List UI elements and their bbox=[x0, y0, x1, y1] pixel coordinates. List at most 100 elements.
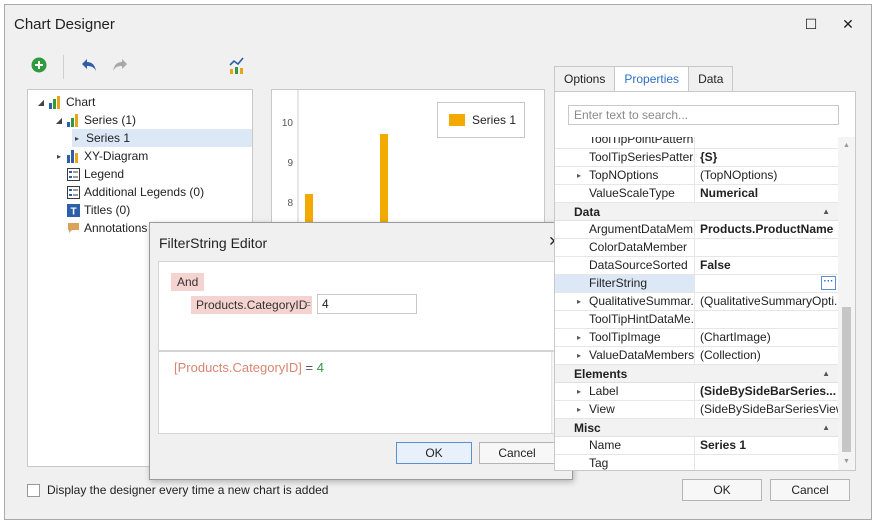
property-value[interactable] bbox=[695, 455, 838, 470]
tree-item-series[interactable]: ◢ Series (1) bbox=[54, 111, 136, 129]
expand-icon[interactable]: ▸ bbox=[577, 329, 581, 346]
property-value[interactable] bbox=[695, 275, 838, 292]
expand-icon[interactable]: ▸ bbox=[72, 134, 82, 143]
property-row[interactable]: ▸ ToolTipImage (ChartImage) bbox=[555, 329, 838, 347]
chart-wizard-icon[interactable] bbox=[229, 56, 245, 74]
undo-icon[interactable] bbox=[81, 58, 97, 72]
scrollbar-thumb[interactable] bbox=[842, 307, 851, 452]
collapse-icon[interactable]: ▲ bbox=[822, 365, 830, 383]
condition-value-input[interactable]: 4 bbox=[317, 294, 417, 314]
property-value[interactable]: False bbox=[695, 257, 838, 274]
maximize-button[interactable]: ☐ bbox=[800, 13, 822, 35]
property-row[interactable]: ▸ TopNOptions (TopNOptions) bbox=[555, 167, 838, 185]
property-grid-scrollbar[interactable]: ▲ ▼ bbox=[838, 137, 855, 470]
expand-icon[interactable]: ▸ bbox=[577, 167, 581, 184]
collapse-icon[interactable]: ◢ bbox=[54, 116, 64, 125]
property-row[interactable]: ▸ Label (SideBySideBarSeries... bbox=[555, 383, 838, 401]
property-value[interactable]: (SideBySideBarSeries... bbox=[695, 383, 838, 400]
tree-item-annotations[interactable]: Annotations bbox=[54, 219, 147, 237]
show-designer-checkbox[interactable] bbox=[27, 484, 40, 497]
tab-options[interactable]: Options bbox=[554, 66, 616, 92]
property-name: DataSourceSorted bbox=[555, 257, 695, 274]
property-name-text: Label bbox=[589, 384, 619, 398]
property-value[interactable]: (QualitativeSummaryOpti... bbox=[695, 293, 838, 310]
dialog-ok-button[interactable]: OK bbox=[396, 442, 472, 464]
property-row[interactable]: ToolTipSeriesPattern {S} bbox=[555, 149, 838, 167]
collapse-icon[interactable]: ▲ bbox=[822, 419, 830, 437]
property-value[interactable]: (Collection) bbox=[695, 347, 838, 364]
property-row[interactable]: FilterString ··· bbox=[555, 275, 838, 293]
property-category[interactable]: Elements ▲ bbox=[555, 365, 838, 383]
tree-item-xy-diagram[interactable]: ▸ XY-Diagram bbox=[54, 147, 148, 165]
tree-item-series-1[interactable]: ▸ Series 1 bbox=[72, 129, 252, 147]
collapse-icon[interactable]: ▲ bbox=[822, 203, 830, 221]
tree-item-label: Legend bbox=[84, 167, 125, 181]
tree-item-additional-legends[interactable]: Additional Legends (0) bbox=[54, 183, 204, 201]
tree-item-legend[interactable]: Legend bbox=[54, 165, 124, 183]
expand-icon[interactable]: ▸ bbox=[577, 293, 581, 310]
scroll-up-icon[interactable]: ▲ bbox=[843, 142, 850, 149]
redo-icon[interactable] bbox=[112, 58, 128, 72]
property-category[interactable]: Data ▲ bbox=[555, 203, 838, 221]
legend-label: Series 1 bbox=[472, 113, 517, 127]
property-row[interactable]: ToolTipHintDataMe... bbox=[555, 311, 838, 329]
property-value[interactable]: (TopNOptions) bbox=[695, 167, 838, 184]
property-name: ▸ TopNOptions bbox=[555, 167, 695, 184]
expand-icon[interactable]: ▸ bbox=[577, 383, 581, 400]
property-value[interactable]: (ChartImage) bbox=[695, 329, 838, 346]
filter-expression-text[interactable]: [Products.CategoryID] = 4 ▲ ▼ bbox=[158, 351, 566, 434]
property-row[interactable]: Tag bbox=[555, 455, 838, 470]
property-value[interactable]: Numerical bbox=[695, 185, 838, 202]
category-label: Elements bbox=[574, 367, 628, 381]
property-category[interactable]: Misc ▲ bbox=[555, 419, 838, 437]
condition-operator[interactable]: = bbox=[304, 297, 311, 311]
property-name: ▸ ToolTipImage bbox=[555, 329, 695, 346]
expand-icon[interactable]: ▸ bbox=[577, 347, 581, 364]
show-designer-label: Display the designer every time a new ch… bbox=[47, 483, 329, 497]
property-value[interactable] bbox=[695, 239, 838, 256]
property-row[interactable]: ValueScaleType Numerical bbox=[555, 185, 838, 203]
ok-button[interactable]: OK bbox=[682, 479, 762, 501]
category-label: Data bbox=[574, 205, 601, 219]
window-title: Chart Designer bbox=[14, 16, 115, 33]
expand-icon[interactable]: ▸ bbox=[577, 401, 581, 418]
property-value[interactable] bbox=[695, 137, 838, 148]
property-value[interactable] bbox=[695, 311, 838, 328]
tree-item-chart[interactable]: ◢ Chart bbox=[36, 93, 95, 111]
dialog-title: FilterString Editor bbox=[159, 235, 268, 251]
tree-item-label: Titles (0) bbox=[84, 203, 131, 217]
tab-properties[interactable]: Properties bbox=[614, 66, 690, 92]
collapse-icon[interactable]: ◢ bbox=[36, 98, 46, 107]
chart-bar bbox=[380, 134, 388, 228]
y-tick-label: 10 bbox=[282, 118, 294, 129]
cancel-button[interactable]: Cancel bbox=[770, 479, 850, 501]
property-row[interactable]: DataSourceSorted False bbox=[555, 257, 838, 275]
property-value[interactable]: Products.ProductName bbox=[695, 221, 838, 238]
property-row[interactable]: ArgumentDataMem... Products.ProductName bbox=[555, 221, 838, 239]
y-tick-label: 8 bbox=[287, 198, 293, 209]
property-value[interactable]: {S} bbox=[695, 149, 838, 166]
ellipsis-button[interactable]: ··· bbox=[821, 276, 836, 290]
property-name: ArgumentDataMem... bbox=[555, 221, 695, 238]
scroll-down-icon[interactable]: ▼ bbox=[843, 458, 850, 465]
property-value[interactable]: Series 1 bbox=[695, 437, 838, 454]
tree-item-titles[interactable]: T Titles (0) bbox=[54, 201, 130, 219]
property-name: ▸ View bbox=[555, 401, 695, 418]
add-icon[interactable] bbox=[31, 57, 47, 73]
property-search-input[interactable]: Enter text to search... bbox=[568, 105, 839, 125]
property-value[interactable]: (SideBySideBarSeriesView) bbox=[695, 401, 838, 418]
close-button[interactable]: ✕ bbox=[837, 13, 859, 35]
property-row[interactable]: ColorDataMember bbox=[555, 239, 838, 257]
tab-data[interactable]: Data bbox=[688, 66, 734, 92]
property-row[interactable]: ToolTipPointPattern bbox=[555, 137, 838, 149]
property-row[interactable]: ▸ ValueDataMembers (Collection) bbox=[555, 347, 838, 365]
property-row[interactable]: ▸ QualitativeSummar... (QualitativeSummary… bbox=[555, 293, 838, 311]
dialog-cancel-button[interactable]: Cancel bbox=[479, 442, 555, 464]
group-operator-chip[interactable]: And bbox=[171, 273, 205, 291]
property-row[interactable]: ▸ View (SideBySideBarSeriesView) bbox=[555, 401, 838, 419]
expression-operator: = bbox=[301, 360, 317, 375]
property-name: ToolTipHintDataMe... bbox=[555, 311, 695, 328]
property-row[interactable]: Name Series 1 bbox=[555, 437, 838, 455]
expand-icon[interactable]: ▸ bbox=[54, 152, 64, 161]
condition-field-chip[interactable]: Products.CategoryID bbox=[191, 296, 313, 314]
